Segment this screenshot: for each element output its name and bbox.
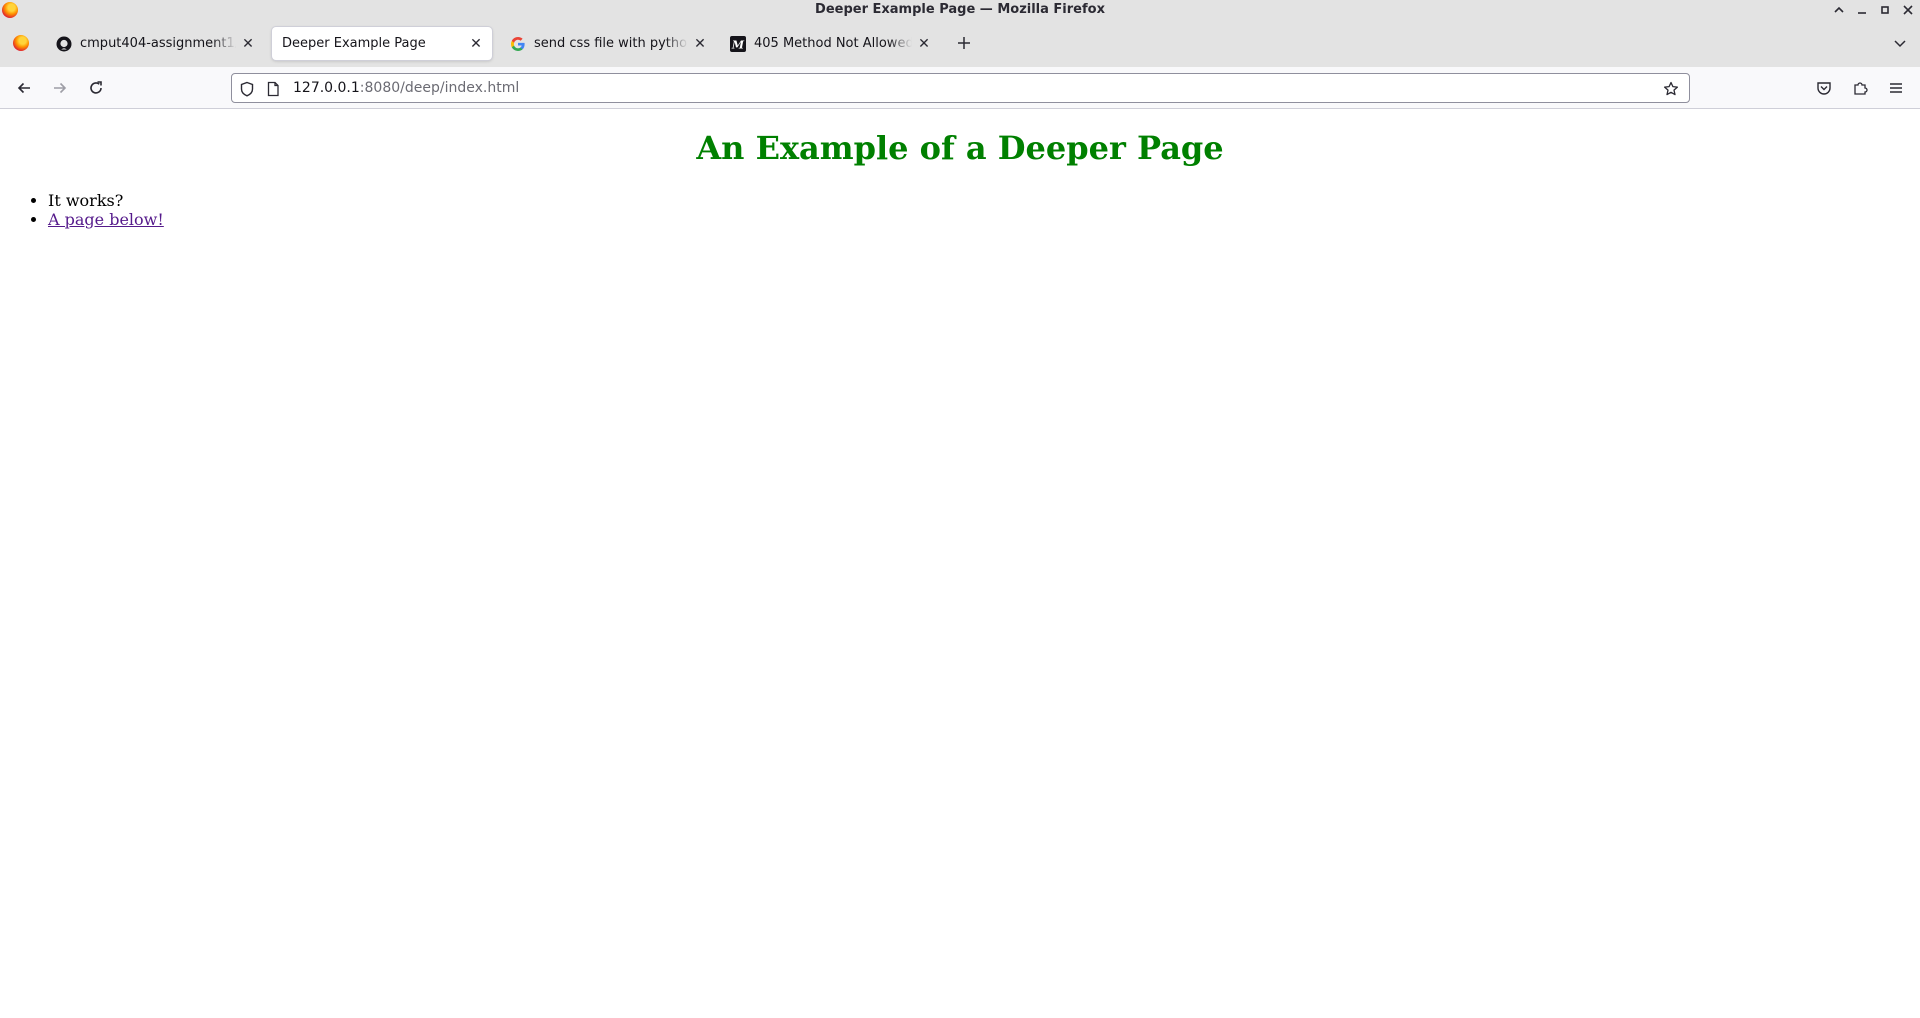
tab-label: 405 Method Not Allowed <box>754 36 912 51</box>
puzzle-icon <box>1854 82 1868 95</box>
navigation-toolbar: 127.0.0.1:8080/deep/index.html <box>0 67 1920 109</box>
firefox-view-button[interactable] <box>10 31 32 55</box>
google-icon <box>510 36 526 52</box>
close-window-button[interactable] <box>1899 1 1917 19</box>
tab-label: cmput404-assignment1/n <box>80 36 236 51</box>
chevron-down-icon <box>1894 40 1906 48</box>
page-content: An Example of a Deeper Page It works? A … <box>0 109 1920 1018</box>
list-item: A page below! <box>48 210 164 229</box>
close-tab-icon[interactable]: ✕ <box>912 32 936 56</box>
extensions-button[interactable] <box>1846 74 1874 102</box>
tab-label: Deeper Example Page <box>282 36 426 51</box>
pocket-icon <box>1817 82 1831 95</box>
chevron-up-icon[interactable] <box>1830 1 1848 19</box>
forward-button[interactable] <box>46 74 74 102</box>
tab-label: send css file with python <box>534 36 688 51</box>
medium-icon: M <box>730 35 746 52</box>
maximize-button[interactable] <box>1876 1 1894 19</box>
url-host: 127.0.0.1 <box>293 80 360 96</box>
svg-text:M: M <box>731 38 745 51</box>
firefox-view-icon <box>13 35 29 51</box>
hamburger-menu-icon <box>1890 83 1902 93</box>
item-list: It works? A page below! <box>48 191 164 229</box>
tab-deeper-example[interactable]: Deeper Example Page ✕ <box>272 27 492 60</box>
window-titlebar: Deeper Example Page — Mozilla Firefox <box>0 0 1920 20</box>
pocket-button[interactable] <box>1810 74 1838 102</box>
list-all-tabs-button[interactable] <box>1888 31 1912 55</box>
window-title: Deeper Example Page — Mozilla Firefox <box>815 2 1105 17</box>
url-path: :8080/deep/index.html <box>359 80 520 96</box>
page-heading: An Example of a Deeper Page <box>696 129 1224 167</box>
bookmark-star-icon[interactable] <box>1662 80 1680 98</box>
minimize-button[interactable] <box>1853 1 1871 19</box>
page-below-link[interactable]: A page below! <box>48 210 164 229</box>
reload-button[interactable] <box>82 74 110 102</box>
page-icon[interactable] <box>264 80 282 98</box>
list-item-text: It works? <box>48 191 124 210</box>
close-tab-icon[interactable]: ✕ <box>464 32 488 56</box>
new-tab-button[interactable] <box>952 31 976 55</box>
tab-405[interactable]: M 405 Method Not Allowed ✕ <box>720 27 940 60</box>
shield-icon[interactable] <box>238 80 256 98</box>
reload-icon <box>90 81 102 94</box>
close-tab-icon[interactable]: ✕ <box>236 32 260 56</box>
tab-github[interactable]: cmput404-assignment1/n ✕ <box>46 27 264 60</box>
close-tab-icon[interactable]: ✕ <box>688 32 712 56</box>
address-bar[interactable]: 127.0.0.1:8080/deep/index.html <box>231 73 1690 103</box>
back-button[interactable] <box>10 74 38 102</box>
app-menu-button[interactable] <box>1882 74 1910 102</box>
tab-google-search[interactable]: send css file with python ✕ <box>500 27 716 60</box>
github-icon <box>56 36 72 52</box>
list-item: It works? <box>48 191 164 210</box>
arrow-right-icon <box>54 82 67 94</box>
arrow-left-icon <box>17 82 30 94</box>
tab-strip: cmput404-assignment1/n ✕ Deeper Example … <box>0 20 1920 67</box>
url-text[interactable]: 127.0.0.1:8080/deep/index.html <box>293 80 519 96</box>
plus-icon <box>958 37 970 49</box>
